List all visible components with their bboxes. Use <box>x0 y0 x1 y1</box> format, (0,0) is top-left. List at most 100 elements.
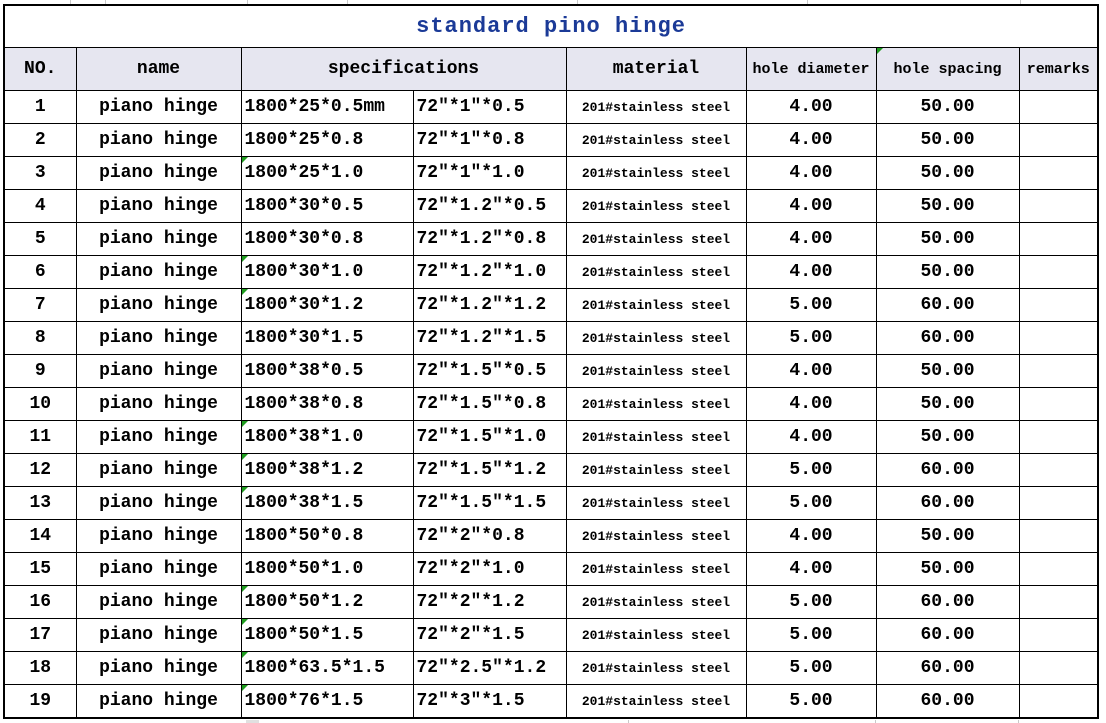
cell-spec-inch[interactable]: 72″*2″*1.2 <box>413 586 566 619</box>
cell-spec-mm[interactable]: 1800*25*0.5mm <box>241 91 413 124</box>
cell-spec-inch[interactable]: 72″*1.5″*1.0 <box>413 421 566 454</box>
cell-no[interactable]: 16 <box>4 586 76 619</box>
col-header-material[interactable]: material <box>566 48 746 91</box>
cell-spec-mm[interactable]: 1800*38*0.8 <box>241 388 413 421</box>
cell-hole-spacing[interactable]: 60.00 <box>876 322 1019 355</box>
cell-hole-spacing[interactable]: 50.00 <box>876 388 1019 421</box>
cell-hole-diameter[interactable]: 4.00 <box>746 355 876 388</box>
cell-hole-diameter[interactable]: 5.00 <box>746 454 876 487</box>
cell-hole-diameter[interactable]: 4.00 <box>746 520 876 553</box>
cell-hole-diameter[interactable]: 4.00 <box>746 124 876 157</box>
cell-spec-mm[interactable]: 1800*50*1.2 <box>241 586 413 619</box>
cell-spec-mm[interactable]: 1800*50*1.5 <box>241 619 413 652</box>
cell-spec-mm[interactable]: 1800*76*1.5 <box>241 685 413 719</box>
cell-no[interactable]: 2 <box>4 124 76 157</box>
cell-remarks[interactable] <box>1019 652 1098 685</box>
cell-hole-spacing[interactable]: 50.00 <box>876 355 1019 388</box>
cell-no[interactable]: 6 <box>4 256 76 289</box>
cell-material[interactable]: 201#stainless steel <box>566 421 746 454</box>
cell-spec-inch[interactable]: 72″*1.2″*0.5 <box>413 190 566 223</box>
cell-no[interactable]: 14 <box>4 520 76 553</box>
cell-remarks[interactable] <box>1019 190 1098 223</box>
cell-name[interactable]: piano hinge <box>76 520 241 553</box>
cell-material[interactable]: 201#stainless steel <box>566 619 746 652</box>
cell-material[interactable]: 201#stainless steel <box>566 454 746 487</box>
cell-name[interactable]: piano hinge <box>76 553 241 586</box>
cell-hole-diameter[interactable]: 4.00 <box>746 223 876 256</box>
cell-hole-spacing[interactable]: 60.00 <box>876 652 1019 685</box>
cell-name[interactable]: piano hinge <box>76 256 241 289</box>
cell-hole-spacing[interactable]: 50.00 <box>876 190 1019 223</box>
cell-remarks[interactable] <box>1019 487 1098 520</box>
cell-name[interactable]: piano hinge <box>76 454 241 487</box>
cell-no[interactable]: 7 <box>4 289 76 322</box>
cell-spec-inch[interactable]: 72″*3″*1.5 <box>413 685 566 719</box>
cell-material[interactable]: 201#stainless steel <box>566 322 746 355</box>
cell-spec-mm[interactable]: 1800*38*1.0 <box>241 421 413 454</box>
cell-spec-mm[interactable]: 1800*30*0.8 <box>241 223 413 256</box>
cell-hole-spacing[interactable]: 60.00 <box>876 487 1019 520</box>
cell-remarks[interactable] <box>1019 289 1098 322</box>
cell-spec-mm[interactable]: 1800*30*1.5 <box>241 322 413 355</box>
cell-no[interactable]: 1 <box>4 91 76 124</box>
cell-material[interactable]: 201#stainless steel <box>566 124 746 157</box>
cell-hole-spacing[interactable]: 60.00 <box>876 586 1019 619</box>
cell-no[interactable]: 11 <box>4 421 76 454</box>
cell-name[interactable]: piano hinge <box>76 652 241 685</box>
cell-no[interactable]: 15 <box>4 553 76 586</box>
col-header-no[interactable]: NO. <box>4 48 76 91</box>
cell-hole-spacing[interactable]: 50.00 <box>876 124 1019 157</box>
cell-remarks[interactable] <box>1019 256 1098 289</box>
cell-remarks[interactable] <box>1019 685 1098 719</box>
cell-remarks[interactable] <box>1019 520 1098 553</box>
cell-no[interactable]: 19 <box>4 685 76 719</box>
cell-no[interactable]: 18 <box>4 652 76 685</box>
cell-spec-mm[interactable]: 1800*25*1.0 <box>241 157 413 190</box>
cell-no[interactable]: 5 <box>4 223 76 256</box>
cell-hole-diameter[interactable]: 5.00 <box>746 586 876 619</box>
cell-hole-diameter[interactable]: 4.00 <box>746 157 876 190</box>
col-header-hole-diameter[interactable]: hole diameter <box>746 48 876 91</box>
sheet-title[interactable]: standard pino hinge <box>4 5 1098 48</box>
cell-material[interactable]: 201#stainless steel <box>566 157 746 190</box>
cell-hole-diameter[interactable]: 5.00 <box>746 289 876 322</box>
cell-name[interactable]: piano hinge <box>76 124 241 157</box>
cell-spec-inch[interactable]: 72″*1.5″*0.8 <box>413 388 566 421</box>
cell-spec-inch[interactable]: 72″*1.2″*0.8 <box>413 223 566 256</box>
cell-material[interactable]: 201#stainless steel <box>566 91 746 124</box>
cell-material[interactable]: 201#stainless steel <box>566 553 746 586</box>
cell-spec-inch[interactable]: 72″*1″*0.5 <box>413 91 566 124</box>
cell-spec-inch[interactable]: 72″*1.5″*1.5 <box>413 487 566 520</box>
cell-hole-spacing[interactable]: 50.00 <box>876 256 1019 289</box>
cell-spec-mm[interactable]: 1800*38*1.5 <box>241 487 413 520</box>
cell-spec-inch[interactable]: 72″*1.2″*1.0 <box>413 256 566 289</box>
cell-material[interactable]: 201#stainless steel <box>566 223 746 256</box>
cell-hole-diameter[interactable]: 5.00 <box>746 487 876 520</box>
cell-spec-inch[interactable]: 72″*2″*1.0 <box>413 553 566 586</box>
cell-name[interactable]: piano hinge <box>76 91 241 124</box>
col-header-specifications[interactable]: specifications <box>241 48 566 91</box>
cell-hole-diameter[interactable]: 4.00 <box>746 553 876 586</box>
cell-name[interactable]: piano hinge <box>76 322 241 355</box>
cell-name[interactable]: piano hinge <box>76 421 241 454</box>
cell-no[interactable]: 12 <box>4 454 76 487</box>
cell-spec-inch[interactable]: 72″*1″*1.0 <box>413 157 566 190</box>
cell-no[interactable]: 17 <box>4 619 76 652</box>
cell-no[interactable]: 8 <box>4 322 76 355</box>
cell-no[interactable]: 9 <box>4 355 76 388</box>
cell-no[interactable]: 10 <box>4 388 76 421</box>
cell-spec-mm[interactable]: 1800*38*1.2 <box>241 454 413 487</box>
cell-material[interactable]: 201#stainless steel <box>566 487 746 520</box>
cell-name[interactable]: piano hinge <box>76 355 241 388</box>
cell-spec-mm[interactable]: 1800*30*1.2 <box>241 289 413 322</box>
cell-material[interactable]: 201#stainless steel <box>566 586 746 619</box>
cell-remarks[interactable] <box>1019 223 1098 256</box>
cell-remarks[interactable] <box>1019 619 1098 652</box>
cell-remarks[interactable] <box>1019 553 1098 586</box>
cell-spec-inch[interactable]: 72″*1.5″*1.2 <box>413 454 566 487</box>
cell-no[interactable]: 13 <box>4 487 76 520</box>
cell-remarks[interactable] <box>1019 355 1098 388</box>
cell-spec-inch[interactable]: 72″*2″*1.5 <box>413 619 566 652</box>
cell-spec-inch[interactable]: 72″*2.5″*1.2 <box>413 652 566 685</box>
cell-hole-diameter[interactable]: 5.00 <box>746 619 876 652</box>
